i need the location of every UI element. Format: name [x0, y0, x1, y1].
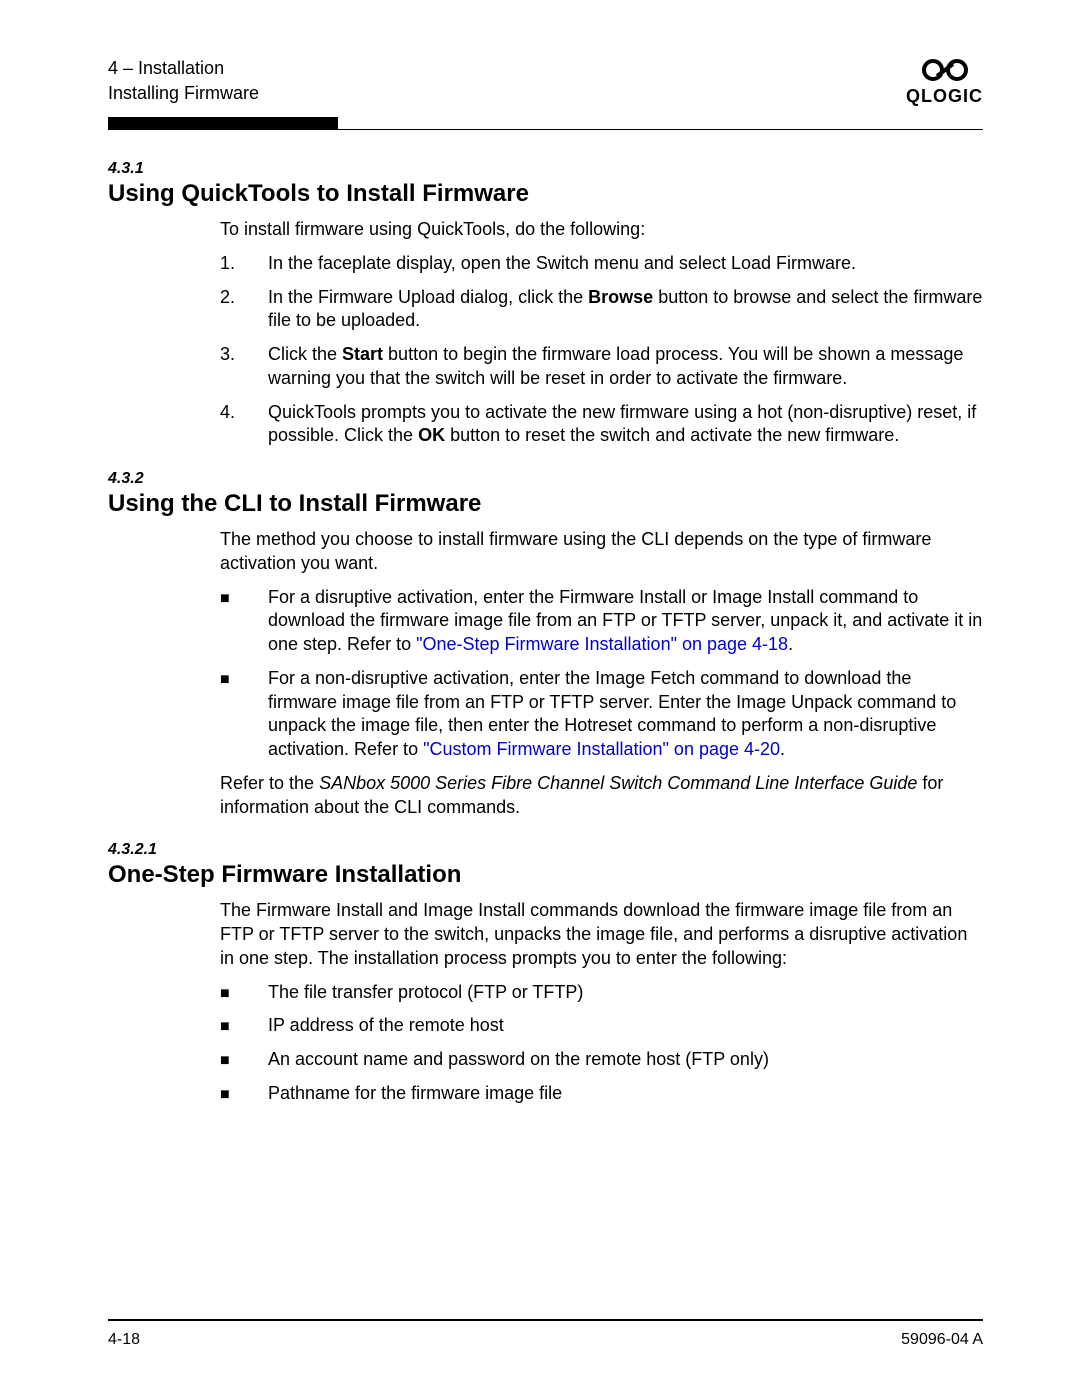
bullet-item: ■ For a disruptive activation, enter the…: [220, 586, 983, 657]
square-bullet-icon: ■: [220, 667, 268, 762]
header-thin-rule: [108, 129, 983, 130]
square-bullet-icon: ■: [220, 1014, 268, 1038]
section-label: Installing Firmware: [108, 81, 259, 106]
qlogic-icon: [917, 56, 973, 84]
bullet-text: Pathname for the firmware image file: [268, 1082, 983, 1106]
bullet-item: ■ The file transfer protocol (FTP or TFT…: [220, 981, 983, 1005]
intro-431: To install firmware using QuickTools, do…: [220, 218, 983, 242]
doc-number: 59096-04 A: [901, 1331, 983, 1349]
reference-note: Refer to the SANbox 5000 Series Fibre Ch…: [220, 772, 983, 820]
step-item: 3. Click the Start button to begin the f…: [220, 343, 983, 391]
section-number-432: 4.3.2: [108, 470, 983, 488]
section-title-431: Using QuickTools to Install Firmware: [108, 180, 983, 208]
intro-4321: The Firmware Install and Image Install c…: [220, 899, 983, 970]
step-text: In the Firmware Upload dialog, click the…: [268, 286, 983, 334]
step-number: 3.: [220, 343, 268, 391]
brand-logo: QLOGIC: [906, 56, 983, 107]
bullet-text: The file transfer protocol (FTP or TFTP): [268, 981, 983, 1005]
page-number: 4-18: [108, 1331, 140, 1349]
bullet-text: For a disruptive activation, enter the F…: [268, 586, 983, 657]
step-item: 1. In the faceplate display, open the Sw…: [220, 252, 983, 276]
section-number-4321: 4.3.2.1: [108, 841, 983, 859]
section-title-4321: One-Step Firmware Installation: [108, 861, 983, 889]
chapter-label: 4 – Installation: [108, 56, 259, 81]
bullet-item: ■ Pathname for the firmware image file: [220, 1082, 983, 1106]
step-item: 2. In the Firmware Upload dialog, click …: [220, 286, 983, 334]
step-number: 2.: [220, 286, 268, 334]
bullet-text: IP address of the remote host: [268, 1014, 983, 1038]
step-number: 4.: [220, 401, 268, 449]
running-header: 4 – Installation Installing Firmware: [108, 56, 259, 106]
bullet-item: ■ For a non-disruptive activation, enter…: [220, 667, 983, 762]
bullets-4321: ■ The file transfer protocol (FTP or TFT…: [220, 981, 983, 1106]
bullet-text: For a non-disruptive activation, enter t…: [268, 667, 983, 762]
bullet-item: ■ IP address of the remote host: [220, 1014, 983, 1038]
square-bullet-icon: ■: [220, 1082, 268, 1106]
page-footer: 4-18 59096-04 A: [108, 1331, 983, 1349]
step-text: Click the Start button to begin the firm…: [268, 343, 983, 391]
footer-rule: [108, 1319, 983, 1321]
header-thick-rule: [108, 117, 338, 129]
xref-link[interactable]: "One-Step Firmware Installation" on page…: [416, 634, 788, 654]
step-text: QuickTools prompts you to activate the n…: [268, 401, 983, 449]
bullet-text: An account name and password on the remo…: [268, 1048, 983, 1072]
brand-name: QLOGIC: [906, 86, 983, 107]
section-title-432: Using the CLI to Install Firmware: [108, 490, 983, 518]
section-number-431: 4.3.1: [108, 160, 983, 178]
bullets-432: ■ For a disruptive activation, enter the…: [220, 586, 983, 762]
square-bullet-icon: ■: [220, 981, 268, 1005]
intro-432: The method you choose to install firmwar…: [220, 528, 983, 576]
bullet-item: ■ An account name and password on the re…: [220, 1048, 983, 1072]
step-number: 1.: [220, 252, 268, 276]
square-bullet-icon: ■: [220, 586, 268, 657]
step-text: In the faceplate display, open the Switc…: [268, 252, 983, 276]
step-item: 4. QuickTools prompts you to activate th…: [220, 401, 983, 449]
xref-link[interactable]: "Custom Firmware Installation" on page 4…: [423, 739, 780, 759]
steps-list-431: 1. In the faceplate display, open the Sw…: [220, 252, 983, 448]
square-bullet-icon: ■: [220, 1048, 268, 1072]
